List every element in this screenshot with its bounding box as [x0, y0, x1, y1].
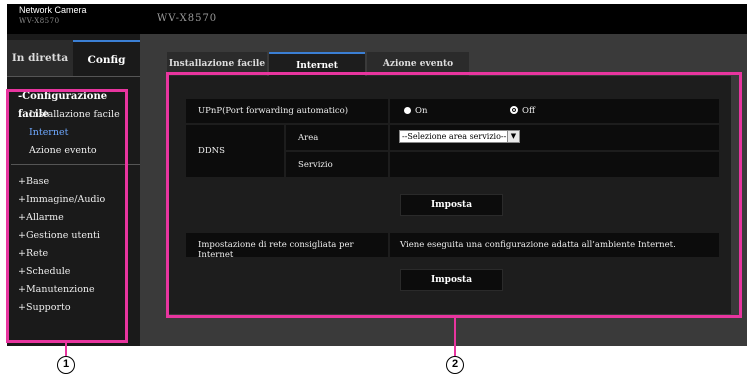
sidebar: In diretta Config -Configurazione facile… — [7, 34, 140, 346]
imposta-button[interactable]: Imposta — [400, 194, 503, 216]
net-setting-value-cell: Viene eseguita una configurazione adatta… — [390, 233, 719, 257]
tab-internet[interactable]: Internet — [269, 52, 365, 76]
menu-gestione-utenti[interactable]: +Gestione utenti — [7, 227, 140, 245]
upnp-value-cell: On Off — [390, 99, 719, 123]
tab-in-diretta[interactable]: In diretta — [7, 40, 73, 76]
menu-allarme[interactable]: +Allarme — [7, 209, 140, 227]
area-value-cell: --Selezione area servizio-- ▼ — [390, 125, 719, 150]
settings-panel: UPnP(Port forwarding automatico) On Off … — [167, 76, 731, 314]
servizio-value-cell — [390, 152, 719, 177]
menu-base[interactable]: +Base — [7, 173, 140, 191]
menu-schedule[interactable]: +Schedule — [7, 263, 140, 281]
menu-rete[interactable]: +Rete — [7, 245, 140, 263]
upnp-off-label: Off — [522, 106, 536, 116]
area-select[interactable]: --Selezione area servizio-- ▼ — [399, 130, 520, 143]
upnp-on-label: On — [415, 106, 428, 116]
servizio-label: Servizio — [298, 160, 333, 170]
area-select-value: --Selezione area servizio-- — [402, 132, 507, 141]
tab-azione-evento[interactable]: Azione evento — [367, 52, 469, 76]
menu-internet[interactable]: Internet — [7, 124, 140, 142]
tab-installazione-facile[interactable]: Installazione facile — [167, 52, 267, 76]
header-bar: Network Camera WV-X8570 WV-X8570 — [7, 4, 747, 34]
sidebar-divider — [7, 76, 140, 77]
menu-divider — [11, 164, 140, 165]
menu-manutenzione[interactable]: +Manutenzione — [7, 281, 140, 299]
radio-dot-icon — [404, 107, 411, 114]
callout-2: 2 — [446, 356, 464, 374]
servizio-label-cell: Servizio — [286, 152, 388, 177]
area-label: Area — [298, 133, 319, 143]
upnp-label: UPnP(Port forwarding automatico) — [198, 106, 349, 116]
ddns-label: DDNS — [198, 146, 225, 156]
main-content: Installazione facile Internet Azione eve… — [140, 34, 747, 346]
area-label-cell: Area — [286, 125, 388, 150]
model-name-large: WV-X8570 — [157, 13, 218, 24]
upnp-on-option[interactable]: On — [404, 106, 427, 116]
callout-1: 1 — [57, 356, 75, 374]
net-setting-description: Viene eseguita una configurazione adatta… — [400, 240, 676, 250]
menu-configurazione-facile[interactable]: -Configurazione facile — [7, 88, 140, 120]
net-setting-label: Impostazione di rete consigliata per Int… — [198, 240, 354, 260]
chevron-down-icon: ▼ — [507, 131, 519, 142]
model-name-small: WV-X8570 — [19, 17, 60, 25]
net-setting-label-cell: Impostazione di rete consigliata per Int… — [186, 233, 388, 260]
callout-line-1 — [65, 343, 67, 356]
menu-immagine-audio[interactable]: +Immagine/Audio — [7, 191, 140, 209]
brand-label: Network Camera — [19, 5, 87, 15]
radio-selected-icon — [510, 106, 518, 114]
tab-config[interactable]: Config — [73, 40, 140, 76]
menu-azione-evento[interactable]: Azione evento — [7, 142, 140, 160]
ddns-label-cell: DDNS — [186, 125, 284, 177]
upnp-off-option[interactable]: Off — [510, 106, 535, 116]
upnp-label-cell: UPnP(Port forwarding automatico) — [186, 99, 388, 123]
menu-supporto[interactable]: +Supporto — [7, 299, 140, 317]
callout-line-2 — [454, 318, 456, 356]
imposta-button-2[interactable]: Imposta — [400, 269, 503, 291]
sidebar-menu: -Configurazione facile Installazione fac… — [7, 88, 140, 317]
